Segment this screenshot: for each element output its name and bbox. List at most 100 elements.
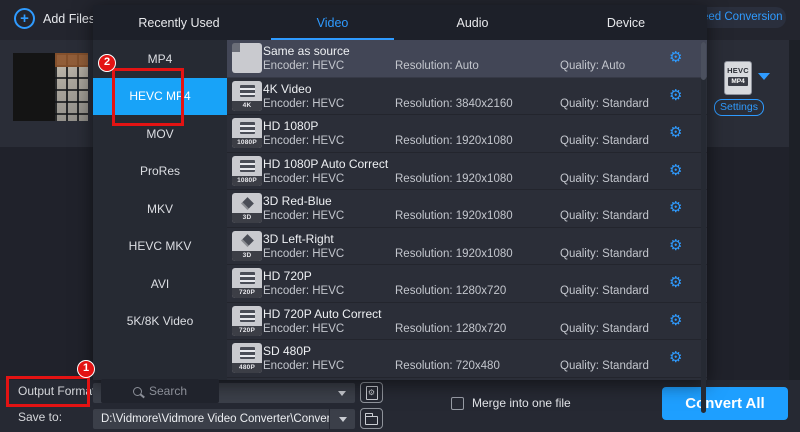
format-row[interactable]: 1080P HD 1080P Encoder: HEVC Resolution:… bbox=[227, 115, 707, 153]
output-format-caret[interactable] bbox=[329, 383, 355, 403]
format-type-icon: 3D bbox=[232, 231, 262, 261]
format-icon-badge: 3D bbox=[232, 251, 262, 261]
add-files-label: Add Files bbox=[43, 12, 95, 26]
format-type-icon: 720P bbox=[232, 268, 262, 298]
format-resolution: Resolution: 1280x720 bbox=[395, 285, 506, 297]
save-to-label: Save to: bbox=[18, 410, 62, 424]
format-quality: Quality: Standard bbox=[560, 173, 649, 185]
format-icon-badge: 4K bbox=[232, 101, 262, 111]
tab-recently-used[interactable]: Recently Used bbox=[93, 5, 265, 40]
format-badge-codec: HEVC bbox=[727, 66, 749, 75]
format-title: HD 1080P bbox=[263, 119, 318, 133]
row-settings-gear-icon[interactable]: ⚙ bbox=[669, 87, 682, 105]
search-input[interactable]: Search bbox=[101, 379, 219, 403]
row-settings-gear-icon[interactable]: ⚙ bbox=[669, 274, 682, 292]
format-quality: Quality: Standard bbox=[560, 323, 649, 335]
format-encoder: Encoder: HEVC bbox=[263, 135, 344, 147]
format-quality: Quality: Auto bbox=[560, 60, 625, 72]
format-row[interactable]: 4K 4K Video Encoder: HEVC Resolution: 38… bbox=[227, 78, 707, 116]
row-settings-gear-icon[interactable]: ⚙ bbox=[669, 49, 682, 67]
chevron-down-icon bbox=[339, 417, 347, 422]
row-settings-gear-icon[interactable]: ⚙ bbox=[669, 124, 682, 142]
format-title: 3D Red-Blue bbox=[263, 194, 332, 208]
sidebar-item[interactable]: HEVC MKV bbox=[93, 228, 227, 266]
format-dropdown-caret-icon[interactable] bbox=[758, 73, 770, 80]
format-title: HD 720P Auto Correct bbox=[263, 307, 382, 321]
merge-option[interactable]: Merge into one file bbox=[451, 396, 571, 410]
open-folder-button[interactable] bbox=[360, 408, 383, 429]
plus-icon: + bbox=[14, 8, 35, 29]
format-resolution: Resolution: Auto bbox=[395, 60, 479, 72]
row-settings-gear-icon[interactable]: ⚙ bbox=[669, 312, 682, 330]
format-encoder: Encoder: HEVC bbox=[263, 285, 344, 297]
format-glyph-icon bbox=[232, 43, 262, 73]
settings-button[interactable]: Settings bbox=[714, 99, 764, 116]
format-icon-badge: 1080P bbox=[232, 138, 262, 148]
format-type-icon: 1080P bbox=[232, 118, 262, 148]
format-type-icon: 4K bbox=[232, 81, 262, 111]
tab-audio[interactable]: Audio bbox=[400, 5, 545, 40]
format-icon-badge: 1080P bbox=[232, 176, 262, 186]
format-quality: Quality: Standard bbox=[560, 135, 649, 147]
format-row[interactable]: 1080P HD 1080P Auto Correct Encoder: HEV… bbox=[227, 153, 707, 191]
format-encoder: Encoder: HEVC bbox=[263, 323, 344, 335]
format-encoder: Encoder: HEVC bbox=[263, 248, 344, 260]
format-glyph-icon bbox=[232, 343, 262, 363]
tab-video[interactable]: Video bbox=[265, 5, 400, 40]
row-settings-gear-icon[interactable]: ⚙ bbox=[669, 349, 682, 367]
sidebar-item[interactable]: AVI bbox=[93, 265, 227, 303]
format-row[interactable]: 720P HD 720P Encoder: HEVC Resolution: 1… bbox=[227, 265, 707, 303]
format-icon-badge: 720P bbox=[232, 326, 262, 336]
convert-all-button[interactable]: Convert All bbox=[662, 387, 788, 420]
format-row[interactable]: 3D 3D Red-Blue Encoder: HEVC Resolution:… bbox=[227, 190, 707, 228]
format-resolution: Resolution: 720x480 bbox=[395, 360, 500, 372]
row-settings-gear-icon[interactable]: ⚙ bbox=[669, 199, 682, 217]
save-to-caret[interactable] bbox=[329, 409, 355, 429]
chevron-down-icon bbox=[338, 391, 346, 396]
save-to-dropdown[interactable]: D:\Vidmore\Vidmore Video Converter\Conve… bbox=[93, 409, 355, 429]
search-label: Search bbox=[149, 384, 187, 398]
format-row[interactable]: 720P HD 720P Auto Correct Encoder: HEVC … bbox=[227, 303, 707, 341]
tab-device[interactable]: Device bbox=[545, 5, 707, 40]
format-badge-container: MP4 bbox=[728, 77, 747, 86]
merge-label: Merge into one file bbox=[472, 396, 571, 410]
scrollbar-track[interactable] bbox=[701, 42, 706, 413]
annotation-box-hevc-mp4 bbox=[112, 68, 184, 126]
thumbnail-image bbox=[55, 53, 88, 121]
right-edge-strip bbox=[789, 40, 800, 380]
format-quality: Quality: Standard bbox=[560, 210, 649, 222]
profile-settings-button[interactable]: ⚙ bbox=[360, 382, 383, 403]
format-type-icon: 3D bbox=[232, 193, 262, 223]
format-glyph-icon bbox=[232, 306, 262, 326]
app-window: + Add Files eed Conversion HEVC MP4 Sett… bbox=[0, 0, 800, 432]
row-settings-gear-icon[interactable]: ⚙ bbox=[669, 237, 682, 255]
format-glyph-icon bbox=[232, 118, 262, 138]
format-resolution: Resolution: 1920x1080 bbox=[395, 173, 513, 185]
format-title: HD 720P bbox=[263, 269, 312, 283]
format-resolution: Resolution: 1280x720 bbox=[395, 323, 506, 335]
format-quality: Quality: Standard bbox=[560, 248, 649, 260]
format-row[interactable]: Same as source Encoder: HEVC Resolution:… bbox=[227, 40, 707, 78]
format-glyph-icon bbox=[232, 156, 262, 176]
annotation-box-output-format bbox=[6, 376, 90, 407]
output-format-badge[interactable]: HEVC MP4 bbox=[724, 61, 752, 95]
format-encoder: Encoder: HEVC bbox=[263, 60, 344, 72]
sidebar-item[interactable]: 5K/8K Video bbox=[93, 303, 227, 341]
format-encoder: Encoder: HEVC bbox=[263, 210, 344, 222]
profile-gear-icon: ⚙ bbox=[366, 386, 378, 400]
format-quality: Quality: Standard bbox=[560, 98, 649, 110]
merge-checkbox[interactable] bbox=[451, 397, 464, 410]
format-title: 3D Left-Right bbox=[263, 232, 334, 246]
row-settings-gear-icon[interactable]: ⚙ bbox=[669, 162, 682, 180]
format-row[interactable]: 3D 3D Left-Right Encoder: HEVC Resolutio… bbox=[227, 228, 707, 266]
format-type-icon: 1080P bbox=[232, 156, 262, 186]
scrollbar-thumb[interactable] bbox=[701, 42, 706, 80]
format-encoder: Encoder: HEVC bbox=[263, 360, 344, 372]
sidebar-item[interactable]: ProRes bbox=[93, 153, 227, 191]
sidebar-item[interactable]: MKV bbox=[93, 190, 227, 228]
folder-icon bbox=[365, 416, 378, 425]
format-row[interactable]: 480P SD 480P Encoder: HEVC Resolution: 7… bbox=[227, 340, 707, 378]
annotation-step-1: 1 bbox=[77, 360, 95, 378]
format-title: SD 480P bbox=[263, 344, 311, 358]
format-glyph-icon bbox=[232, 193, 262, 213]
